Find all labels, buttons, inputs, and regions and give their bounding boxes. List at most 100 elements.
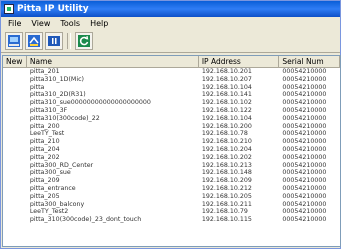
device-ip-address: 192.168.10.207 [201,75,252,83]
ip-config-icon [28,35,40,47]
device-new-flag [3,177,27,185]
device-new-flag [3,115,27,123]
device-new-flag [3,146,27,154]
device-serial-number: 00054210000 [282,192,327,200]
device-ip-address: 192.168.10.122 [201,106,252,114]
device-name: pitta310_1D(Mic) [29,75,84,83]
device-row[interactable]: pitta310_sue00000000000000000000 192.168.… [3,99,340,107]
device-row[interactable]: pitta300_balcony 192.168.10.211 0005421000… [3,201,340,209]
device-serial-number: 00054210000 [282,161,327,169]
device-row[interactable]: pitta_310(300code)_23_dont_touch 192.168.… [3,216,340,224]
window-title: Pitta IP Utility [17,4,89,14]
device-row[interactable]: pitta300_RD_Center 192.168.10.213 00054210… [3,162,340,170]
device-new-flag [3,84,27,92]
device-serial-number: 00054210000 [282,216,327,224]
device-name: pitta_201 [29,68,60,75]
device-row[interactable]: pitta300_sue 192.168.10.148 00054210000 [3,169,340,177]
device-row[interactable]: pitta310_3F 192.168.10.122 00054210000 [3,107,340,115]
device-name: pitta300_sue [29,169,71,177]
device-serial-number: 00054210000 [282,184,327,192]
device-info-icon [48,36,60,46]
menu-help[interactable]: Help [85,19,113,28]
toolbar [1,30,340,53]
device-list[interactable]: New Name IP Address Serial Num pitta_201… [2,55,341,247]
device-serial-number: 00054210000 [282,106,327,114]
ip-scan-icon [8,35,20,47]
refresh-button[interactable] [75,32,93,50]
device-ip-address: 192.168.10.104 [201,83,252,91]
device-serial-number: 00054210000 [282,177,327,185]
ip-config-button[interactable] [25,32,43,50]
device-name: LeeTY_Test2 [29,208,69,216]
device-name: pitta310_2D(R31) [29,91,86,99]
device-row[interactable]: pitta_209 192.168.10.209 00054210000 [3,177,340,185]
device-info-button[interactable] [45,32,63,50]
device-row[interactable]: pitta_210 192.168.10.210 00054210000 [3,138,340,146]
device-new-flag [3,154,27,162]
device-name: pitta_210 [29,138,60,146]
device-ip-address: 192.168.10.211 [201,200,252,208]
device-ip-address: 192.168.10.148 [201,169,252,177]
device-serial-number: 00054210000 [282,99,327,107]
device-row[interactable]: pitta310_1D(Mic) 192.168.10.207 0005421000… [3,76,340,84]
device-name: LeeTY_Test [29,130,65,138]
device-row[interactable]: pitta_202 192.168.10.202 00054210000 [3,154,340,162]
device-row[interactable]: pitta 192.168.10.104 00054210000 [3,84,340,92]
device-name: pitta_200 [29,122,60,130]
device-name: pitta_310(300code)_23_dont_touch [29,216,142,224]
device-row[interactable]: LeeTY_Test2 192.168.10.79 00054210000 [3,208,340,216]
device-new-flag [3,68,27,76]
device-new-flag [3,123,27,131]
menu-file[interactable]: File [3,19,26,28]
column-header-new[interactable]: New [3,56,27,67]
device-name: pitta_202 [29,153,60,161]
device-row[interactable]: pitta_200 192.168.10.200 00054210000 [3,123,340,131]
device-serial-number: 00054210000 [282,114,327,122]
device-new-flag [3,201,27,209]
device-serial-number: 00054210000 [282,208,327,216]
device-new-flag [3,130,27,138]
device-row[interactable]: LeeTY_Test 192.168.10.78 00054210000 [3,130,340,138]
device-ip-address: 192.168.10.78 [201,130,248,138]
device-ip-address: 192.168.10.210 [201,138,252,146]
device-row[interactable]: pitta310_2D(R31) 192.168.10.141 0005421000… [3,91,340,99]
device-new-flag [3,208,27,216]
column-header-name[interactable]: Name [27,56,199,67]
device-serial-number: 00054210000 [282,68,327,75]
device-serial-number: 00054210000 [282,91,327,99]
device-name: pitta310(300code)_22 [29,114,100,122]
ip-scan-button[interactable] [5,32,23,50]
app-icon [4,4,14,14]
device-serial-number: 00054210000 [282,138,327,146]
device-ip-address: 192.168.10.141 [201,91,252,99]
device-row[interactable]: pitta_201 192.168.10.201 00054210000 [3,68,340,76]
title-bar[interactable]: Pitta IP Utility [1,1,340,17]
device-new-flag [3,162,27,170]
menu-view[interactable]: View [26,19,55,28]
device-ip-address: 192.168.10.79 [201,208,248,216]
device-ip-address: 192.168.10.200 [201,122,252,130]
device-ip-address: 192.168.10.202 [201,153,252,161]
device-new-flag [3,185,27,193]
device-ip-address: 192.168.10.205 [201,192,252,200]
device-new-flag [3,107,27,115]
device-ip-address: 192.168.10.204 [201,145,252,153]
device-serial-number: 00054210000 [282,130,327,138]
device-name: pitta_205 [29,192,60,200]
device-row[interactable]: pitta_entrance 192.168.10.212 00054210000 [3,185,340,193]
column-header-ip-address[interactable]: IP Address [199,56,280,67]
device-name: pitta_entrance [29,184,76,192]
device-name: pitta300_RD_Center [29,161,94,169]
device-new-flag [3,216,27,224]
device-row[interactable]: pitta_204 192.168.10.204 00054210000 [3,146,340,154]
device-new-flag [3,193,27,201]
device-name: pitta310_3F [29,106,68,114]
menu-tools[interactable]: Tools [55,19,85,28]
device-serial-number: 00054210000 [282,145,327,153]
device-row[interactable]: pitta310(300code)_22 192.168.10.104 000542… [3,115,340,123]
device-ip-address: 192.168.10.212 [201,184,252,192]
column-header-serial-number[interactable]: Serial Num [279,56,340,67]
list-body: pitta_201 192.168.10.201 00054210000 pitta3… [3,68,340,224]
device-row[interactable]: pitta_205 192.168.10.205 00054210000 [3,193,340,201]
device-name: pitta_204 [29,145,60,153]
